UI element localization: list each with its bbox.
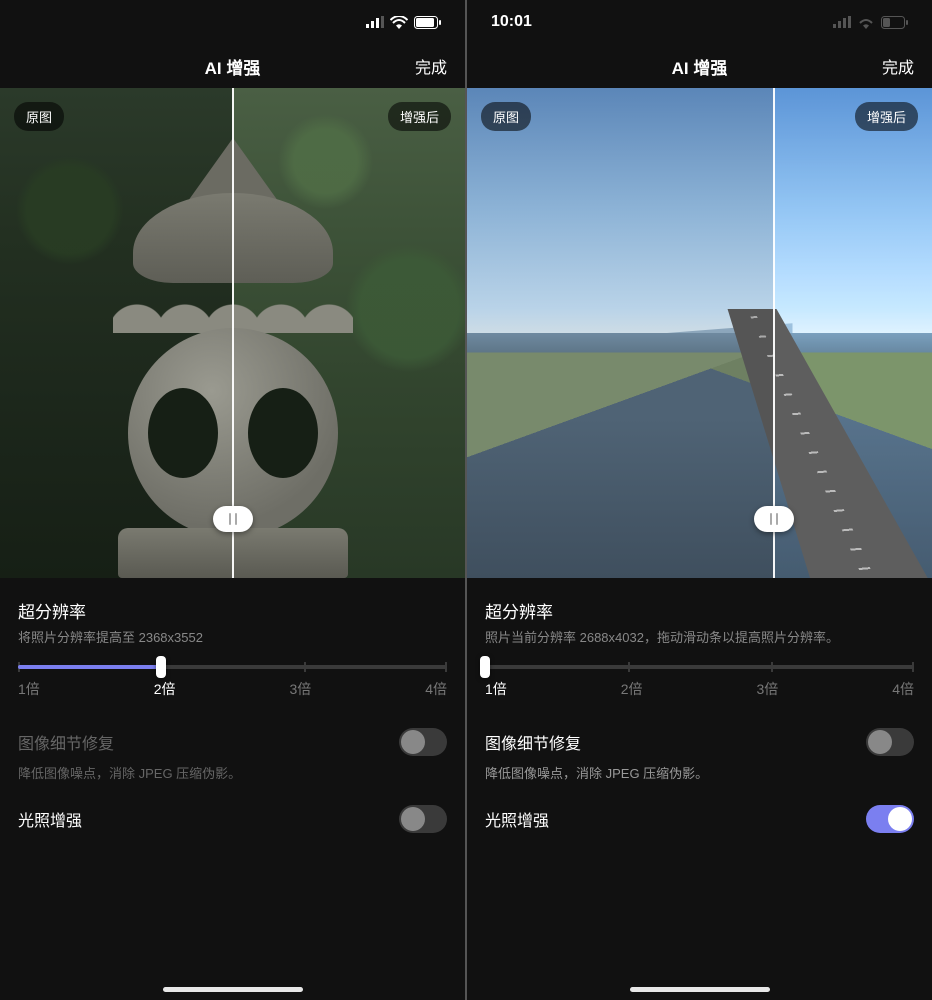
home-indicator[interactable]	[630, 987, 770, 992]
controls-panel: 超分辨率 将照片分辨率提高至 2368x3552 1倍 2倍 3倍 4倍 图像细…	[0, 578, 465, 1000]
detail-repair-toggle[interactable]	[399, 728, 447, 756]
badge-enhanced: 增强后	[855, 102, 918, 131]
signal-icon	[833, 16, 851, 28]
detail-repair-subtitle: 降低图像噪点，消除 JPEG 压缩伪影。	[485, 763, 914, 782]
battery-icon	[881, 16, 908, 29]
slider-fill	[18, 665, 161, 669]
detail-repair-title: 图像细节修复	[18, 730, 114, 754]
superres-slider[interactable]	[18, 665, 447, 669]
superres-slider[interactable]	[485, 665, 914, 669]
superres-subtitle: 照片当前分辨率 2688x4032，拖动滑动条以提高照片分辨率。	[485, 629, 914, 647]
done-button[interactable]: 完成	[882, 54, 914, 78]
badge-original: 原图	[14, 102, 64, 131]
wifi-icon	[857, 16, 875, 29]
light-enhance-toggle[interactable]	[866, 805, 914, 833]
status-bar	[0, 0, 465, 44]
compare-preview[interactable]: 原图 增强后	[467, 88, 932, 578]
light-enhance-toggle[interactable]	[399, 805, 447, 833]
detail-repair-row: 图像细节修复	[18, 725, 447, 759]
status-icons	[366, 16, 441, 29]
detail-repair-subtitle: 降低图像噪点，消除 JPEG 压缩伪影。	[18, 763, 447, 782]
light-enhance-row: 光照增强	[18, 802, 447, 836]
nav-bar: AI 增强 完成	[0, 44, 465, 88]
compare-slider-handle[interactable]	[754, 506, 794, 532]
slider-knob[interactable]	[480, 656, 490, 678]
superres-subtitle: 将照片分辨率提高至 2368x3552	[18, 629, 447, 647]
done-button[interactable]: 完成	[415, 54, 447, 78]
slider-opt-2x[interactable]: 2倍	[621, 679, 643, 699]
badge-enhanced: 增强后	[388, 102, 451, 131]
detail-repair-row: 图像细节修复	[485, 725, 914, 759]
slider-opt-2x[interactable]: 2倍	[154, 679, 176, 699]
nav-bar: AI 增强 完成	[467, 44, 932, 88]
slider-opt-4x[interactable]: 4倍	[425, 679, 447, 699]
slider-knob[interactable]	[156, 656, 166, 678]
slider-opt-1x[interactable]: 1倍	[18, 679, 40, 699]
slider-opt-4x[interactable]: 4倍	[892, 679, 914, 699]
status-time: 10:01	[491, 13, 833, 31]
compare-divider	[773, 88, 775, 578]
nav-title: AI 增强	[205, 54, 261, 79]
badge-original: 原图	[481, 102, 531, 131]
slider-labels: 1倍 2倍 3倍 4倍	[485, 679, 914, 699]
home-indicator[interactable]	[163, 987, 303, 992]
light-enhance-row: 光照增强	[485, 802, 914, 836]
nav-title: AI 增强	[672, 54, 728, 79]
compare-slider-handle[interactable]	[213, 506, 253, 532]
battery-icon	[414, 16, 441, 29]
status-icons	[833, 16, 908, 29]
slider-opt-1x[interactable]: 1倍	[485, 679, 507, 699]
slider-opt-3x[interactable]: 3倍	[756, 679, 778, 699]
slider-labels: 1倍 2倍 3倍 4倍	[18, 679, 447, 699]
detail-repair-toggle[interactable]	[866, 728, 914, 756]
detail-repair-title: 图像细节修复	[485, 730, 581, 754]
phone-screen-right: 10:01 AI 增强 完成 原图 增强后 超分辨率	[467, 0, 932, 1000]
compare-preview[interactable]: 原图 增强后	[0, 88, 465, 578]
light-enhance-title: 光照增强	[485, 807, 549, 831]
phone-screen-left: AI 增强 完成 原图 增强后 超分辨率 将照片分辨率提高至 2368x3552	[0, 0, 465, 1000]
wifi-icon	[390, 16, 408, 29]
compare-divider	[232, 88, 234, 578]
controls-panel: 超分辨率 照片当前分辨率 2688x4032，拖动滑动条以提高照片分辨率。 1倍…	[467, 578, 932, 1000]
slider-opt-3x[interactable]: 3倍	[289, 679, 311, 699]
status-bar: 10:01	[467, 0, 932, 44]
superres-title: 超分辨率	[18, 598, 447, 623]
superres-title: 超分辨率	[485, 598, 914, 623]
signal-icon	[366, 16, 384, 28]
light-enhance-title: 光照增强	[18, 807, 82, 831]
